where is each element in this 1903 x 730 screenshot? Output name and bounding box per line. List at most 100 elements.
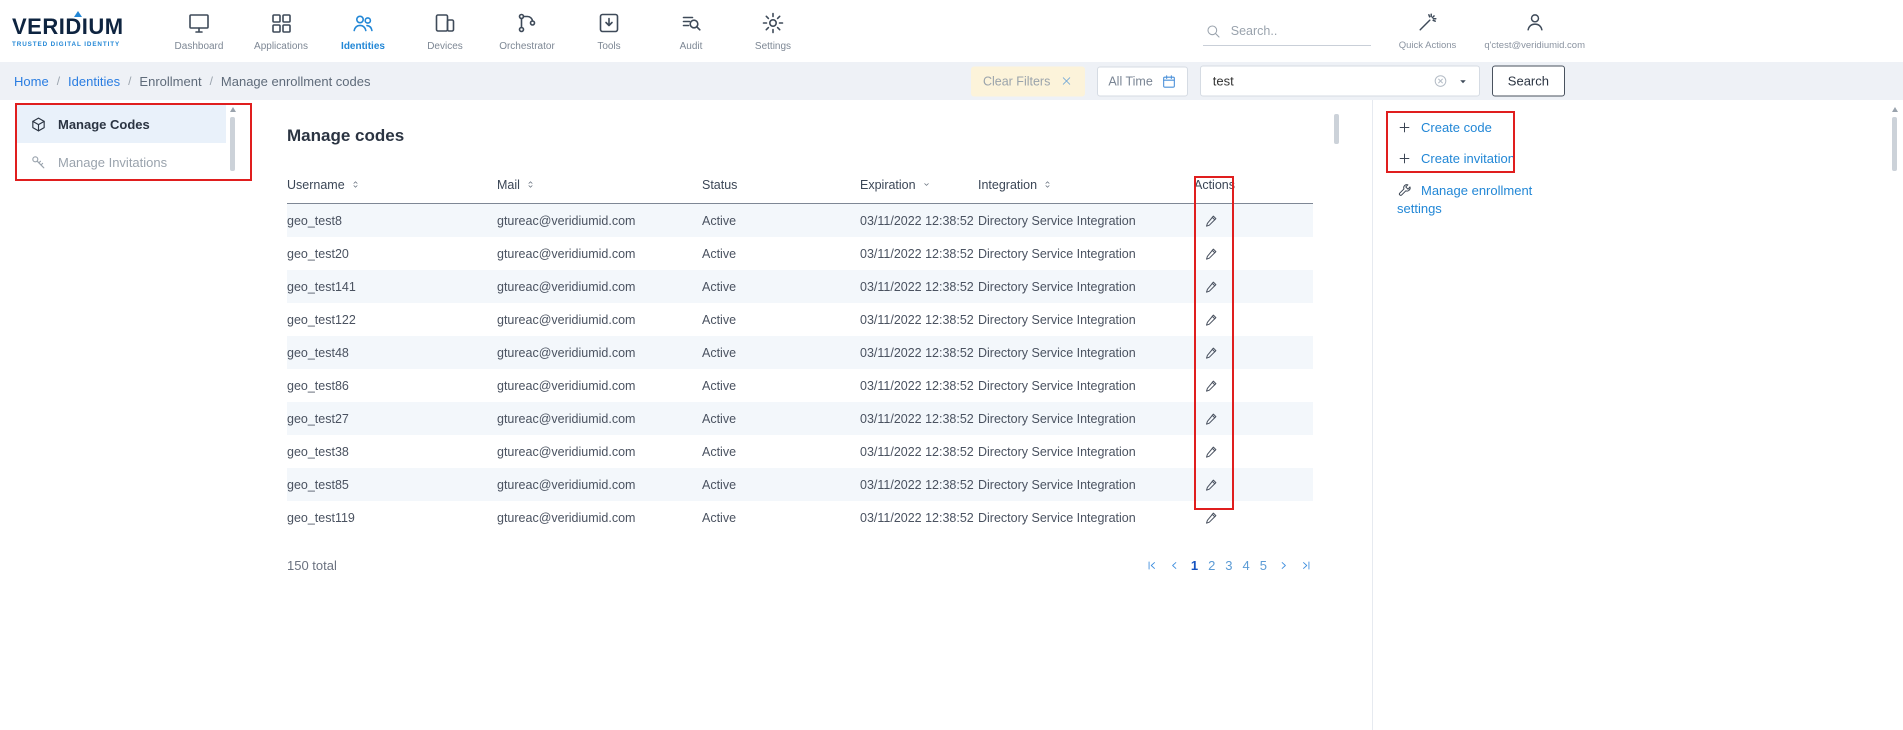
scrollbar-thumb[interactable] bbox=[1892, 117, 1897, 171]
breadcrumb-item-home[interactable]: Home bbox=[14, 74, 49, 89]
scrollbar-thumb[interactable] bbox=[1334, 114, 1339, 144]
mail-cell: gtureac@veridiumid.com bbox=[497, 379, 702, 393]
left-sidebar: Manage CodesManage Invitations bbox=[0, 100, 238, 730]
nav-item-settings[interactable]: Settings bbox=[732, 11, 814, 52]
manage-enrollment-settings-link[interactable]: Manage enrollment settings bbox=[1397, 181, 1547, 218]
breadcrumb-item-manage-enrollment-codes: Manage enrollment codes bbox=[221, 74, 371, 89]
filter-search bbox=[1200, 66, 1480, 97]
status-cell: Active bbox=[702, 346, 860, 360]
pagination-last-button[interactable] bbox=[1300, 559, 1313, 572]
search-button[interactable]: Search bbox=[1492, 66, 1565, 97]
pencil-icon bbox=[1204, 510, 1219, 525]
nav-item-dashboard[interactable]: Dashboard bbox=[158, 11, 240, 52]
pagination-prev-button[interactable] bbox=[1168, 559, 1181, 572]
mail-cell: gtureac@veridiumid.com bbox=[497, 214, 702, 228]
time-range-selector[interactable]: All Time bbox=[1097, 66, 1187, 96]
page-4-button[interactable]: 4 bbox=[1243, 558, 1250, 573]
edit-code-button[interactable] bbox=[1200, 376, 1223, 395]
global-search bbox=[1203, 19, 1371, 46]
table-row: geo_test38gtureac@veridiumid.comActive03… bbox=[287, 435, 1313, 468]
global-search-input[interactable] bbox=[1229, 23, 1359, 39]
dashboard-icon bbox=[187, 11, 211, 35]
edit-code-button[interactable] bbox=[1200, 310, 1223, 329]
create-code-link[interactable]: Create code bbox=[1397, 118, 1547, 136]
sidebar-item-manage-codes[interactable]: Manage Codes bbox=[16, 105, 226, 143]
tools-icon bbox=[597, 11, 621, 35]
search-icon bbox=[1205, 23, 1221, 39]
actions-cell bbox=[1194, 376, 1313, 396]
sort-both-icon bbox=[1042, 179, 1053, 190]
orchestrator-icon bbox=[515, 11, 539, 35]
pencil-icon bbox=[1204, 345, 1219, 360]
actions-cell bbox=[1194, 442, 1313, 462]
brand-logo[interactable]: VERIDIUM TRUSTED DIGITAL IDENTITY bbox=[12, 14, 144, 48]
page-2-button[interactable]: 2 bbox=[1208, 558, 1215, 573]
sidebar-item-manage-invitations[interactable]: Manage Invitations bbox=[16, 143, 226, 181]
pencil-icon bbox=[1204, 444, 1219, 459]
pagination-first-button[interactable] bbox=[1145, 559, 1158, 572]
wrench-icon bbox=[1397, 183, 1412, 198]
scrollbar-thumb[interactable] bbox=[230, 117, 235, 171]
integration-cell: Directory Service Integration bbox=[978, 478, 1194, 492]
clear-filters-button[interactable]: Clear Filters bbox=[971, 66, 1085, 96]
page-scrollbar[interactable] bbox=[1889, 104, 1900, 724]
nav-item-applications[interactable]: Applications bbox=[240, 11, 322, 52]
pagination-next-button[interactable] bbox=[1277, 559, 1290, 572]
nav-item-audit[interactable]: Audit bbox=[650, 11, 732, 52]
edit-code-button[interactable] bbox=[1200, 508, 1223, 527]
filter-search-input[interactable] bbox=[1211, 73, 1424, 90]
nav-item-label: Identities bbox=[341, 41, 385, 52]
column-header-integration[interactable]: Integration bbox=[978, 178, 1194, 192]
integration-cell: Directory Service Integration bbox=[978, 247, 1194, 261]
status-cell: Active bbox=[702, 445, 860, 459]
column-header-username[interactable]: Username bbox=[287, 178, 497, 192]
edit-code-button[interactable] bbox=[1200, 475, 1223, 494]
link-label: Create code bbox=[1421, 120, 1492, 135]
nav-item-orchestrator[interactable]: Orchestrator bbox=[486, 11, 568, 52]
settings-icon bbox=[761, 11, 785, 35]
column-header-mail[interactable]: Mail bbox=[497, 178, 702, 192]
page-3-button[interactable]: 3 bbox=[1225, 558, 1232, 573]
edit-code-button[interactable] bbox=[1200, 409, 1223, 428]
actions-cell bbox=[1194, 244, 1313, 264]
nav-item-label: Devices bbox=[427, 41, 463, 52]
user-email: q'ctest@veridiumid.com bbox=[1484, 40, 1585, 51]
table-row: geo_test27gtureac@veridiumid.comActive03… bbox=[287, 402, 1313, 435]
scroll-up-icon bbox=[1892, 107, 1898, 112]
page-5-button[interactable]: 5 bbox=[1260, 558, 1267, 573]
column-header-expiration[interactable]: Expiration bbox=[860, 178, 978, 192]
edit-code-button[interactable] bbox=[1200, 277, 1223, 296]
username-cell: geo_test141 bbox=[287, 280, 497, 294]
edit-code-button[interactable] bbox=[1200, 211, 1223, 230]
user-menu[interactable]: q'ctest@veridiumid.com bbox=[1484, 11, 1585, 51]
breadcrumb-item-identities[interactable]: Identities bbox=[68, 74, 120, 89]
username-cell: geo_test86 bbox=[287, 379, 497, 393]
actions-cell bbox=[1194, 343, 1313, 363]
topbar-right: Quick Actions q'ctest@veridiumid.com bbox=[1203, 11, 1585, 51]
edit-code-button[interactable] bbox=[1200, 244, 1223, 263]
create-invitation-link[interactable]: Create invitation bbox=[1397, 149, 1547, 167]
mail-cell: gtureac@veridiumid.com bbox=[497, 445, 702, 459]
plus-icon bbox=[1397, 120, 1412, 135]
nav-item-label: Orchestrator bbox=[499, 41, 555, 52]
chevron-down-icon[interactable] bbox=[1457, 75, 1469, 87]
main-scrollbar[interactable] bbox=[1331, 104, 1342, 724]
table-footer: 150 total 12345 bbox=[287, 558, 1313, 573]
link-label: Create invitation bbox=[1421, 151, 1515, 166]
sidebar-scrollbar[interactable] bbox=[227, 104, 238, 724]
quick-actions-button[interactable]: Quick Actions bbox=[1399, 11, 1457, 51]
page-1-button[interactable]: 1 bbox=[1191, 558, 1198, 573]
nav-item-devices[interactable]: Devices bbox=[404, 11, 486, 52]
devices-icon bbox=[433, 11, 457, 35]
nav-item-identities[interactable]: Identities bbox=[322, 11, 404, 52]
column-header-label: Actions bbox=[1194, 178, 1235, 192]
edit-code-button[interactable] bbox=[1200, 343, 1223, 362]
table-row: geo_test119gtureac@veridiumid.comActive0… bbox=[287, 501, 1313, 534]
page-last-icon bbox=[1300, 559, 1313, 572]
status-cell: Active bbox=[702, 280, 860, 294]
total-count: 150 total bbox=[287, 558, 337, 573]
pencil-icon bbox=[1204, 378, 1219, 393]
clear-input-icon[interactable] bbox=[1433, 74, 1448, 89]
nav-item-tools[interactable]: Tools bbox=[568, 11, 650, 52]
edit-code-button[interactable] bbox=[1200, 442, 1223, 461]
